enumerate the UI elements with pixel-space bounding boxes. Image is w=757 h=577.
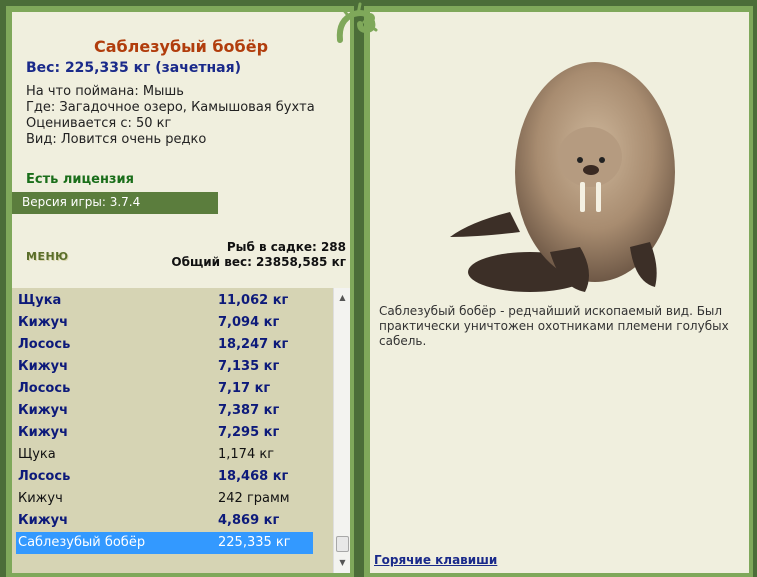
catch-fish-name: Саблезубый бобёр bbox=[18, 535, 146, 550]
hotkeys-link[interactable]: Горячие клавиши bbox=[374, 553, 497, 567]
catch-fish-weight: 18,468 кг bbox=[218, 469, 289, 484]
catch-fish-name: Кижуч bbox=[18, 513, 69, 528]
scroll-up-arrow[interactable]: ▲ bbox=[334, 290, 351, 306]
fish-info-panel: Саблезубый бобёр Вес: 225,335 кг (зачетн… bbox=[12, 12, 350, 288]
fish-description: Саблезубый бобёр - редчайший ископаемый … bbox=[379, 304, 729, 348]
catch-list-row[interactable]: Кижуч 7,295 кг bbox=[16, 422, 313, 444]
scroll-down-arrow[interactable]: ▼ bbox=[334, 555, 351, 571]
license-status: Есть лицензия bbox=[26, 172, 134, 187]
catch-list-row[interactable]: Лосось 18,468 кг bbox=[16, 466, 313, 488]
catch-list-row[interactable]: Кижуч 7,135 кг bbox=[16, 356, 313, 378]
fish-in-net-count: Рыб в садке: 288 bbox=[226, 240, 346, 254]
catch-fish-name: Кижуч bbox=[18, 315, 69, 330]
rarity-text: Вид: Ловится очень редко bbox=[26, 132, 207, 147]
catch-list-row[interactable]: Кижуч 4,869 кг bbox=[16, 510, 313, 532]
catch-fish-name: Лосось bbox=[18, 381, 71, 396]
fish-title: Саблезубый бобёр bbox=[93, 37, 269, 56]
version-bar: Версия игры: 3.7.4 bbox=[12, 192, 218, 214]
catch-list-row[interactable]: Щука 1,174 кг bbox=[16, 444, 313, 466]
catch-fish-name: Лосось bbox=[18, 469, 71, 484]
catch-fish-weight: 11,062 кг bbox=[218, 293, 289, 308]
catch-fish-weight: 1,174 кг bbox=[218, 447, 275, 462]
scroll-thumb[interactable] bbox=[336, 536, 349, 552]
catch-fish-name: Кижуч bbox=[18, 403, 69, 418]
caught-on-text: На что поймана: Мышь bbox=[26, 84, 184, 99]
catch-fish-name: Лосось bbox=[18, 337, 71, 352]
valued-from-text: Оценивается с: 50 кг bbox=[26, 116, 172, 131]
catch-list-row[interactable]: Лосось 7,17 кг bbox=[16, 378, 313, 400]
catch-fish-name: Кижуч bbox=[18, 359, 69, 374]
menu-button[interactable]: МЕНЮ bbox=[26, 250, 69, 263]
catch-list-row[interactable]: Кижуч 7,387 кг bbox=[16, 400, 313, 422]
lizard-ornament bbox=[336, 2, 378, 43]
catch-fish-weight: 242 грамм bbox=[218, 491, 290, 506]
catch-list-row[interactable]: Щука 11,062 кг bbox=[16, 290, 313, 312]
catch-fish-name: Щука bbox=[18, 293, 62, 308]
fish-detail-panel: Саблезубый бобёр - редчайший ископаемый … bbox=[370, 12, 749, 573]
catch-list-row[interactable]: Лосось 18,247 кг bbox=[16, 334, 313, 356]
catch-fish-name: Кижуч bbox=[18, 425, 69, 440]
catch-stats: Рыб в садке: 288 Общий вес: 23858,585 кг bbox=[171, 240, 346, 270]
catch-fish-weight: 7,17 кг bbox=[218, 381, 271, 396]
catch-fish-weight: 7,295 кг bbox=[218, 425, 280, 440]
list-scrollbar[interactable]: ▲ ▼ bbox=[333, 288, 350, 573]
catch-list-row[interactable]: Кижуч 242 грамм bbox=[16, 488, 313, 510]
location-text: Где: Загадочное озеро, Камышовая бухта bbox=[26, 100, 315, 115]
catch-fish-name: Щука bbox=[18, 447, 56, 462]
catch-list[interactable]: Щука 11,062 кг Кижуч 7,094 кг Лосось 18,247 к… bbox=[12, 288, 350, 573]
catch-fish-weight: 4,869 кг bbox=[218, 513, 280, 528]
catch-fish-weight: 7,094 кг bbox=[218, 315, 280, 330]
total-weight: Общий вес: 23858,585 кг bbox=[171, 255, 346, 269]
catch-list-row[interactable]: Саблезубый бобёр 225,335 кг bbox=[16, 532, 313, 554]
frame-divider bbox=[354, 0, 364, 577]
beaver-image bbox=[450, 62, 675, 292]
catch-fish-weight: 7,387 кг bbox=[218, 403, 280, 418]
catch-fish-weight: 7,135 кг bbox=[218, 359, 280, 374]
catch-list-row[interactable]: Кижуч 7,094 кг bbox=[16, 312, 313, 334]
catch-fish-weight: 18,247 кг bbox=[218, 337, 289, 352]
catch-fish-weight: 225,335 кг bbox=[218, 535, 291, 550]
fish-weight: Вес: 225,335 кг (зачетная) bbox=[26, 60, 241, 76]
catch-fish-name: Кижуч bbox=[18, 491, 63, 506]
